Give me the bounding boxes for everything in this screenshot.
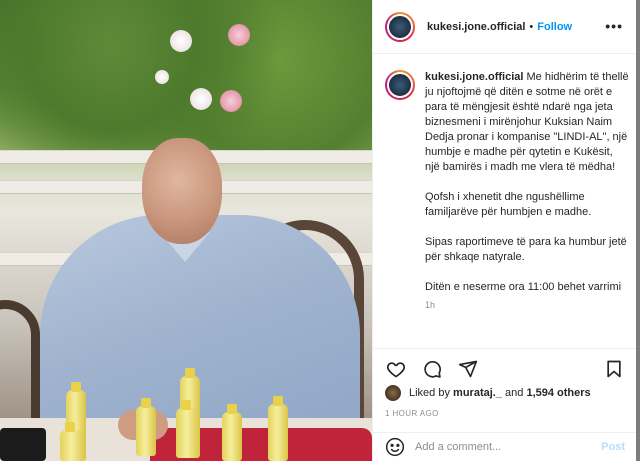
post-photo[interactable]	[0, 0, 372, 461]
bottle	[176, 400, 200, 458]
likes-prefix: Liked by	[409, 387, 450, 399]
likes-and: and	[505, 387, 524, 399]
caption-username[interactable]: kukesi.jone.official	[425, 71, 523, 83]
follow-button[interactable]: Follow	[537, 21, 572, 33]
photo-flowers	[150, 0, 260, 120]
bookmark-icon[interactable]	[603, 358, 625, 380]
post-comment-button[interactable]: Post	[601, 441, 625, 453]
caption-area: kukesi.jone.official Me hidhërim të thel…	[373, 54, 637, 348]
caption-text: Me hidhërim të thellë ju njoftojmë që di…	[425, 71, 629, 173]
heart-icon[interactable]	[385, 358, 407, 380]
liker-username[interactable]: murataj._	[453, 387, 502, 399]
author-avatar[interactable]	[385, 11, 415, 42]
bottle	[222, 404, 242, 461]
likes-summary: Liked by murataj._ and 1,594 others	[385, 384, 591, 402]
post-details-panel: kukesi.jone.official • Follow ••• kukesi…	[372, 0, 637, 461]
more-options-icon[interactable]: •••	[605, 18, 623, 34]
bottle	[268, 396, 288, 461]
caption-paragraph: Sipas raportimeve të para ka humbur jetë…	[425, 236, 627, 263]
emoji-icon[interactable]	[385, 437, 405, 457]
caption-paragraph: Ditën e neserme ora 11:00 behet varrimi	[425, 281, 622, 293]
caption-avatar[interactable]	[385, 70, 415, 100]
phone	[0, 428, 46, 461]
caption-row: kukesi.jone.official Me hidhërim të thel…	[385, 70, 629, 313]
post-timestamp[interactable]: 1 HOUR AGO	[385, 409, 439, 418]
post-actions	[373, 348, 637, 388]
post-header: kukesi.jone.official • Follow •••	[373, 0, 637, 54]
likes-count-link[interactable]: 1,594 others	[526, 387, 590, 399]
caption-paragraph: kukesi.jone.official Me hidhërim të thel…	[425, 70, 629, 175]
author-username[interactable]: kukesi.jone.official	[427, 21, 525, 33]
bottle	[60, 422, 86, 461]
comment-icon[interactable]	[421, 358, 443, 380]
liker-avatar[interactable]	[385, 385, 401, 401]
comment-bar: Post	[373, 432, 637, 461]
instagram-post-modal: kukesi.jone.official • Follow ••• kukesi…	[0, 0, 640, 461]
backdrop-edge	[636, 0, 640, 461]
person-head	[142, 138, 222, 244]
comment-input[interactable]	[415, 441, 602, 453]
caption-timestamp: 1h	[425, 300, 436, 310]
bottle	[136, 398, 156, 456]
caption-paragraph: Qofsh i xhenetit dhe ngushëllime familja…	[425, 191, 592, 218]
caption-body: kukesi.jone.official Me hidhërim të thel…	[425, 70, 629, 313]
share-icon[interactable]	[457, 358, 479, 380]
separator-dot: •	[529, 20, 534, 33]
